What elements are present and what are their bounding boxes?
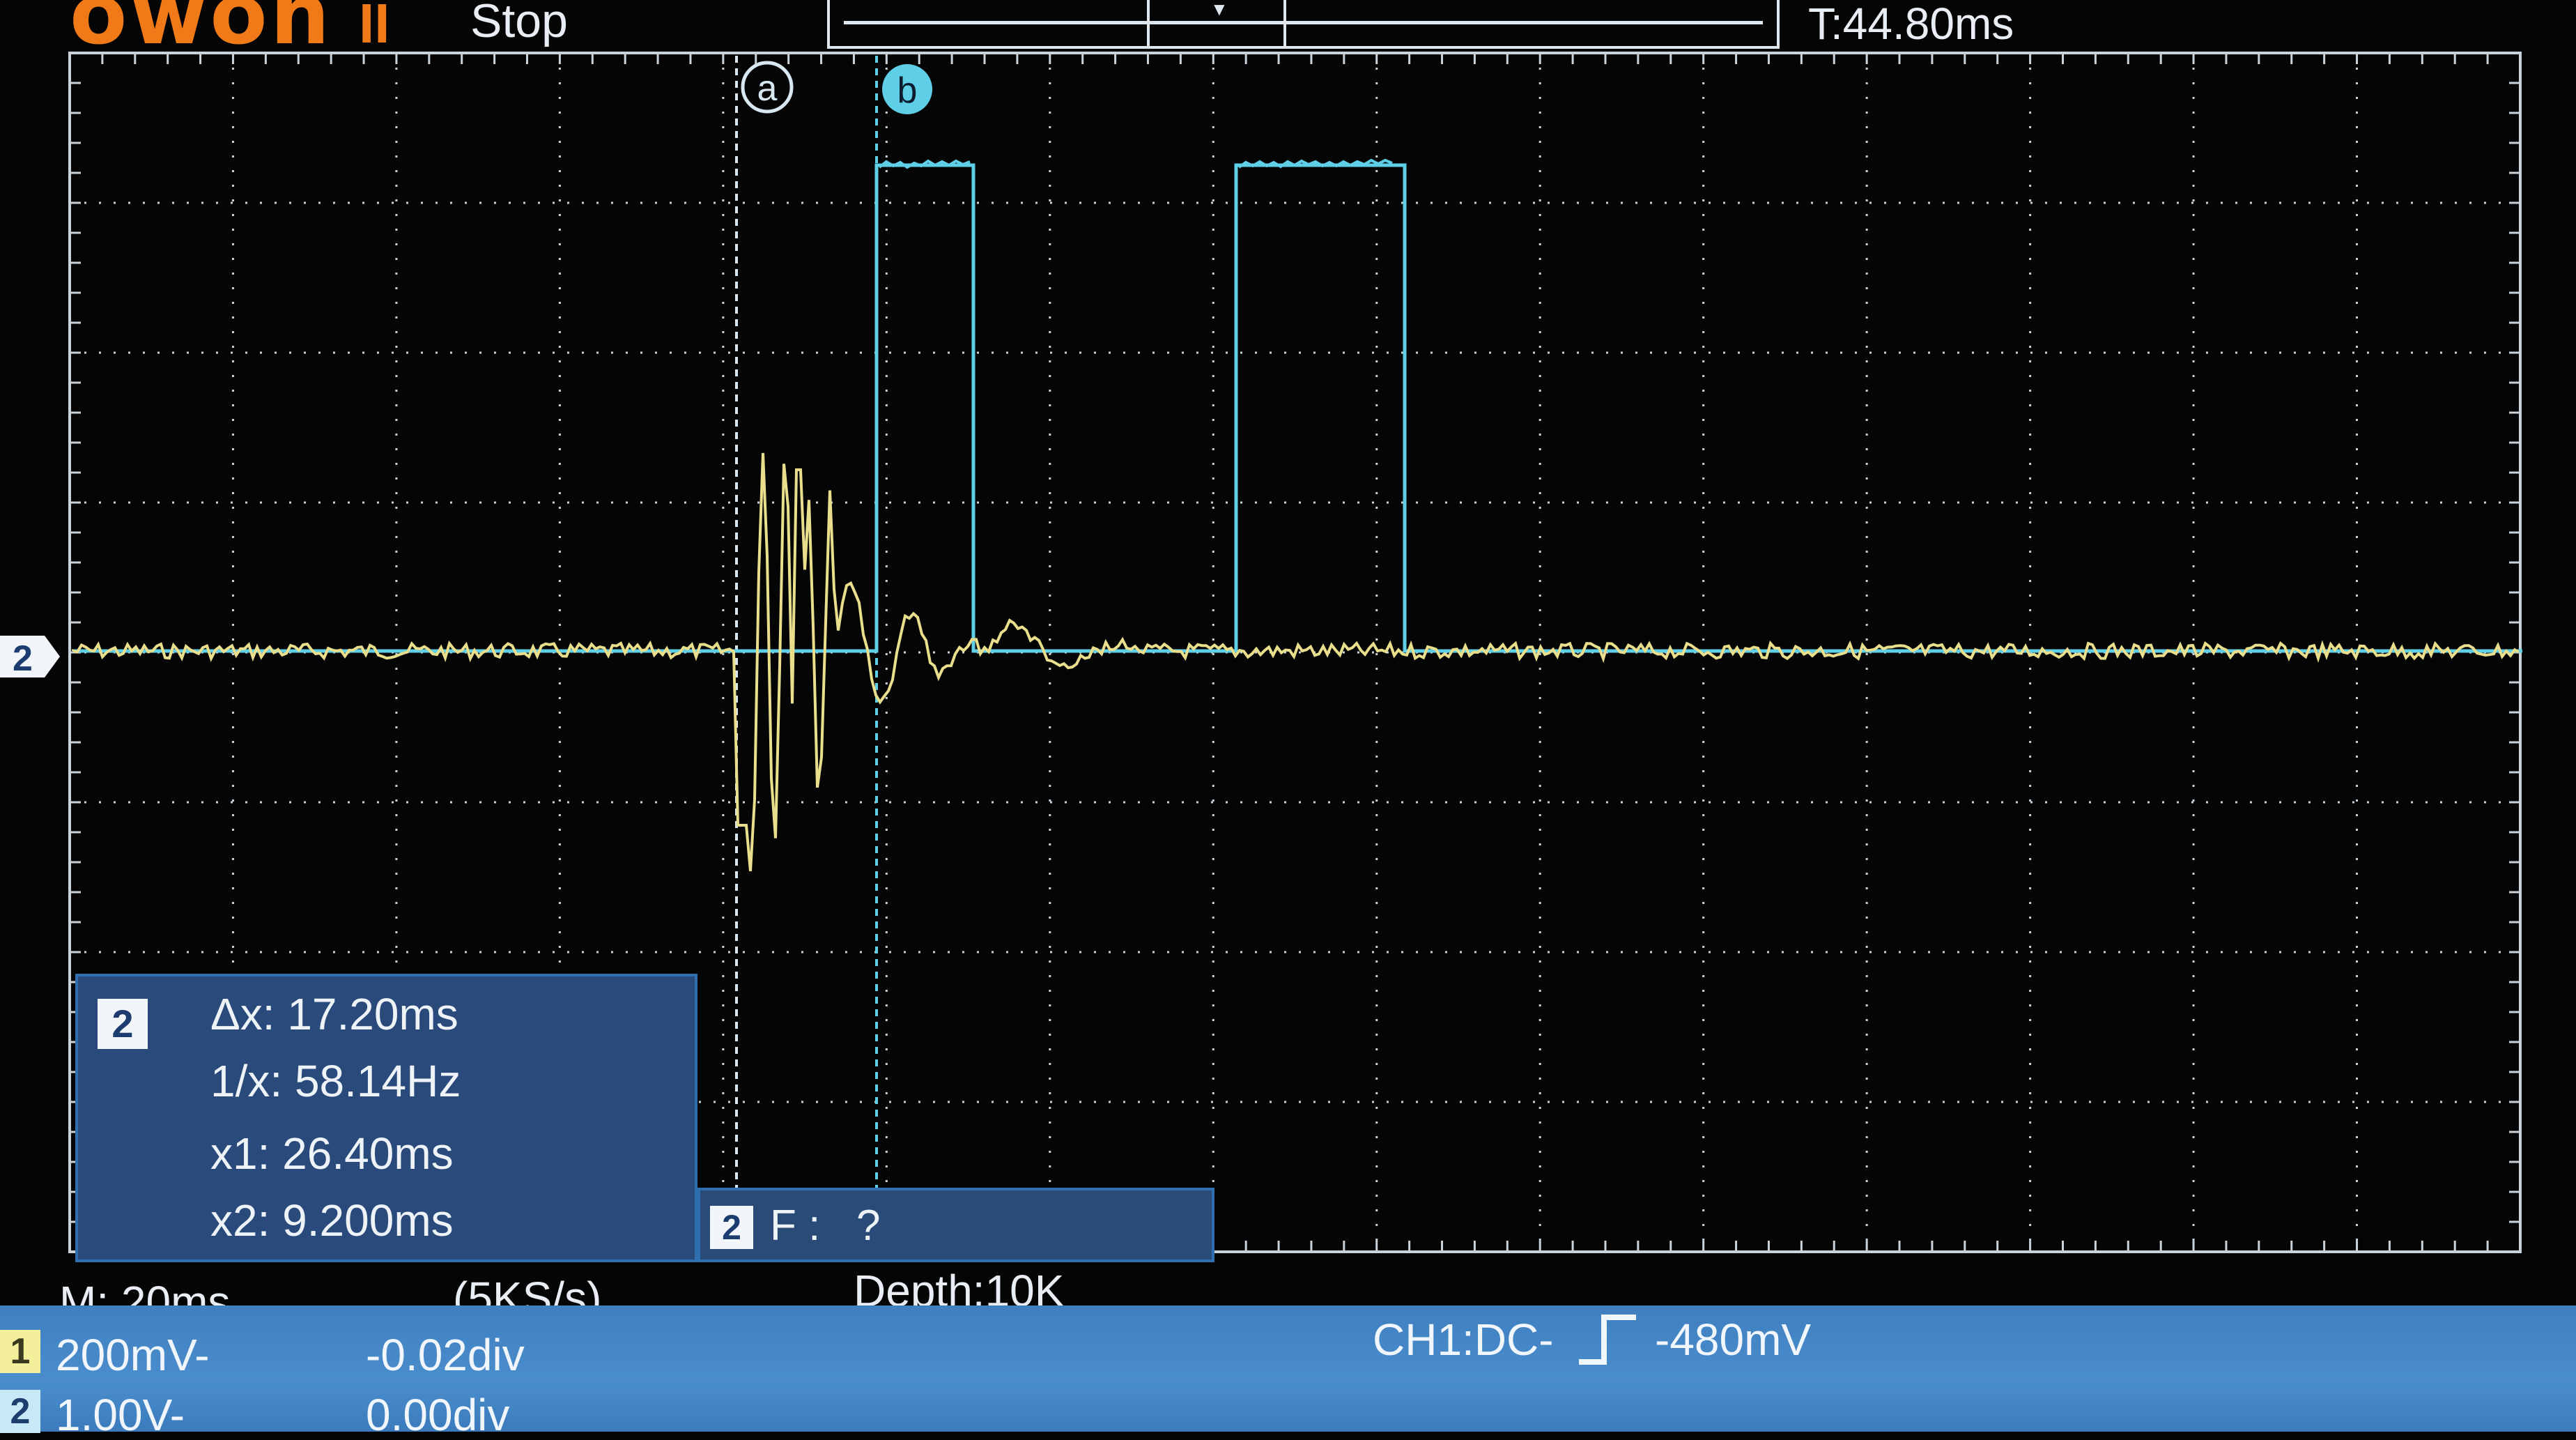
ch1-offset: -0.02div [366,1330,525,1380]
inverse-x-readout: 1/x: 58.14Hz [210,1056,461,1106]
ch2-ground-marker-label: 2 [13,638,33,679]
x1-readout: x1: 26.40ms [210,1128,454,1179]
ch2-scale: 1.00V- [56,1390,185,1440]
trigger-source: CH1:DC- [1373,1315,1554,1365]
channel-badge: 2 [98,999,148,1049]
delta-x-readout: Δx: 17.20ms [210,989,458,1039]
ch2-badge[interactable]: 2 [0,1390,40,1433]
cursor-b-label: b [897,70,918,111]
cursor-a-label: a [757,68,778,109]
trigger-level: -480mV [1655,1315,1812,1365]
ch2-offset: 0.00div [366,1390,510,1440]
channel-badge: 2 [710,1206,753,1249]
frequency-panel[interactable]: 2 F : ? [697,1188,1214,1262]
x2-readout: x2: 9.200ms [210,1195,454,1246]
ch1-trace [72,452,2520,872]
ch1-badge[interactable]: 1 [0,1330,40,1373]
ch2-trace [73,163,2522,653]
cursor-measurement-panel[interactable]: 2 Δx: 17.20ms 1/x: 58.14Hz x1: 26.40ms x… [75,974,697,1262]
frequency-readout: F : ? [770,1202,881,1250]
rising-edge-icon [1579,1315,1636,1365]
ch1-scale: 200mV- [56,1330,210,1380]
